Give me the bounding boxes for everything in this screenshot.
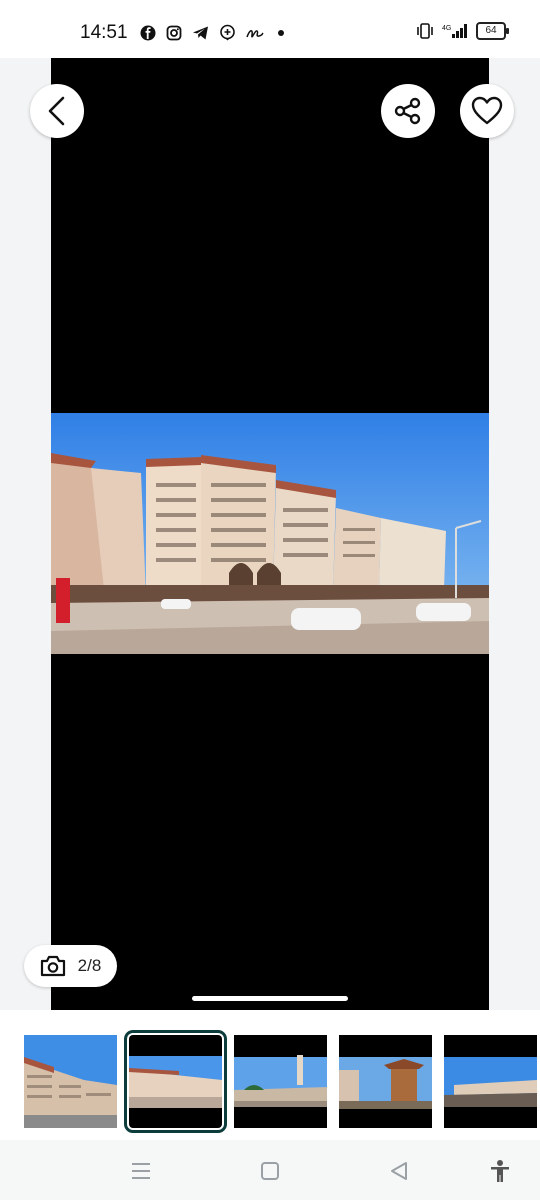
back-button[interactable] [30, 84, 84, 138]
back-triangle-icon [391, 1162, 407, 1180]
telegram-icon [193, 26, 208, 39]
chevron-left-icon [48, 96, 65, 126]
svg-text:4G: 4G [442, 25, 451, 32]
thumbnail-strip [0, 1010, 540, 1145]
thumbnail-3[interactable] [234, 1035, 327, 1128]
menu-nav-button[interactable] [126, 1156, 156, 1186]
signature-icon [246, 29, 264, 38]
share-button[interactable] [381, 84, 435, 138]
photo-counter-text: 2/8 [77, 956, 102, 975]
4g-signal-icon: 4G [442, 24, 467, 38]
heart-icon [471, 96, 503, 125]
thumbnail-2[interactable] [124, 1030, 227, 1133]
dot-icon [278, 29, 284, 36]
main-photo[interactable] [51, 413, 489, 654]
home-square-icon [261, 1162, 279, 1180]
battery-indicator: 64 [476, 22, 509, 40]
thumbnail-5[interactable] [444, 1035, 537, 1128]
status-time: 14:51 [80, 22, 128, 43]
home-indicator[interactable] [192, 996, 348, 1001]
accessibility-icon [491, 1160, 509, 1182]
accessibility-button[interactable] [485, 1156, 515, 1186]
back-nav-button[interactable] [384, 1156, 414, 1186]
home-nav-button[interactable] [255, 1156, 285, 1186]
photo-counter: 2/8 [24, 945, 117, 987]
notification-icons [140, 24, 288, 41]
thumbnail-4[interactable] [339, 1035, 432, 1128]
instagram-icon [166, 25, 182, 40]
facebook-icon [140, 25, 156, 40]
status-bar: 14:51 4G 64 [0, 0, 540, 58]
system-status: 4G 64 [416, 22, 509, 40]
add-location-icon [220, 24, 235, 41]
camera-icon [40, 955, 65, 977]
menu-icon [132, 1163, 150, 1179]
vibrate-icon [417, 23, 433, 39]
system-nav-bar [0, 1140, 540, 1200]
share-icon [394, 97, 421, 125]
thumbnail-1[interactable] [24, 1035, 117, 1128]
favorite-button[interactable] [460, 84, 514, 138]
